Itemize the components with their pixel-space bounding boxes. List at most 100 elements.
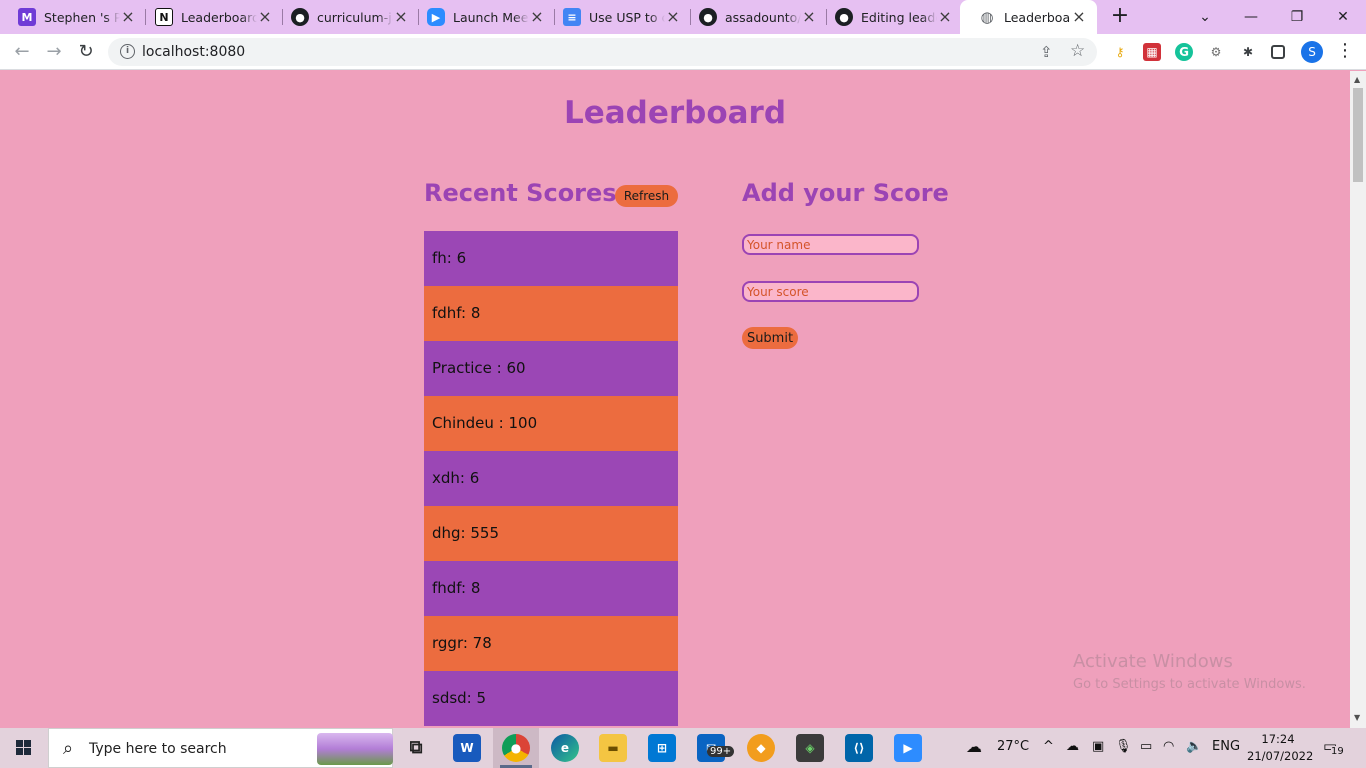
scores-list: fh: 6 fdhf: 8 Practice : 60 Chindeu : 10…	[424, 231, 678, 726]
system-clock[interactable]: 17:24 21/07/2022	[1247, 731, 1314, 765]
activation-watermark-subtitle: Go to Settings to activate Windows.	[1073, 677, 1306, 692]
extension-gear-icon[interactable]: ⚙	[1207, 43, 1225, 61]
share-icon[interactable]: ⇪	[1040, 43, 1053, 61]
scroll-up-icon[interactable]: ▲	[1354, 75, 1360, 84]
tab-label: Leaderboard	[1004, 9, 1071, 25]
windows-taskbar: ⌕ Type here to search ⧉ W ● e ▬ ⊞ ✉ 99+ …	[0, 728, 1366, 768]
page-title: Leaderboard	[563, 95, 787, 131]
github-icon: ●	[835, 8, 853, 26]
github-icon: ●	[699, 8, 717, 26]
score-item: sdsd: 5	[424, 671, 678, 726]
show-hidden-icons-chevron-icon[interactable]: ^	[1043, 739, 1054, 754]
page-scrollbar[interactable]: ▲ ▼	[1350, 71, 1366, 728]
tab-curriculum[interactable]: ● curriculum-ja ×	[273, 0, 419, 34]
tab-stephens-profile[interactable]: M Stephen 's Pr ×	[0, 0, 146, 34]
wifi-icon[interactable]: ◠	[1163, 739, 1174, 754]
close-icon[interactable]: ×	[937, 9, 953, 25]
back-arrow-icon[interactable]: ←	[10, 40, 34, 64]
search-icon: ⌕	[63, 738, 74, 759]
brave-icon[interactable]: ◆	[747, 734, 775, 762]
onedrive-cloud-icon[interactable]: ☁	[1066, 739, 1079, 754]
browser-toolbar: ← → ↻ i localhost:8080 ⇪ ☆ ⚷ ▦ G ⚙ ✱ S ⋮	[0, 34, 1366, 70]
score-input[interactable]	[742, 281, 919, 302]
profile-avatar[interactable]: S	[1301, 41, 1323, 63]
tab-label: Leaderboard	[181, 9, 257, 25]
score-item: dhg: 555	[424, 506, 678, 561]
tab-leaderboard-notion[interactable]: N Leaderboard ×	[137, 0, 283, 34]
scroll-down-icon[interactable]: ▼	[1354, 713, 1360, 722]
name-input[interactable]	[742, 234, 919, 255]
tab-leaderboard-active[interactable]: ◍ Leaderboard ×	[960, 0, 1097, 34]
tab-label: Stephen 's Pr	[44, 9, 120, 25]
extension-key-icon[interactable]: ⚷	[1111, 43, 1129, 61]
tab-use-usp[interactable]: ≡ Use USP to cr ×	[545, 0, 691, 34]
chrome-icon[interactable]: ●	[502, 734, 530, 762]
refresh-button[interactable]: Refresh	[615, 185, 678, 207]
close-icon[interactable]: ×	[120, 9, 136, 25]
grammarly-icon[interactable]: G	[1175, 43, 1193, 61]
vscode-icon[interactable]: ⟨⟩	[845, 734, 873, 762]
git-tool-icon[interactable]: ◈	[796, 734, 824, 762]
close-icon[interactable]: ×	[393, 9, 409, 25]
bookmark-star-icon[interactable]: ☆	[1070, 41, 1085, 61]
tab-label: curriculum-ja	[317, 9, 393, 25]
weather-temperature[interactable]: 27°C	[997, 739, 1029, 754]
zoom-icon: ▶	[427, 8, 445, 26]
reload-icon[interactable]: ↻	[74, 40, 98, 64]
score-item: fh: 6	[424, 231, 678, 286]
taskbar-search-placeholder[interactable]: Type here to search	[89, 741, 227, 757]
taskbar-search[interactable]: ⌕ Type here to search	[48, 728, 393, 768]
score-item: rggr: 78	[424, 616, 678, 671]
tab-label: Use USP to cr	[589, 9, 665, 25]
submit-button[interactable]: Submit	[742, 327, 798, 349]
tab-label: Editing leade	[861, 9, 937, 25]
close-icon[interactable]: ×	[1071, 9, 1087, 25]
microsoft-store-icon[interactable]: ⊞	[648, 734, 676, 762]
search-highlight-image	[317, 733, 393, 765]
close-window-button[interactable]: ✕	[1320, 0, 1366, 34]
address-url[interactable]: localhost:8080	[142, 44, 245, 60]
meet-now-icon[interactable]: ▣	[1092, 739, 1104, 754]
weather-cloud-icon[interactable]: ☁	[966, 737, 982, 756]
microphone-icon[interactable]: 🎙	[1115, 739, 1132, 754]
add-score-heading: Add your Score	[742, 179, 949, 207]
forward-arrow-icon[interactable]: →	[42, 40, 66, 64]
activation-watermark-title: Activate Windows	[1073, 651, 1233, 672]
windows-start-icon[interactable]	[8, 736, 38, 760]
tab-editing-leaderboard[interactable]: ● Editing leade ×	[817, 0, 963, 34]
close-icon[interactable]: ×	[257, 9, 273, 25]
language-indicator[interactable]: ENG	[1212, 739, 1240, 754]
score-item: fhdf: 8	[424, 561, 678, 616]
battery-icon[interactable]: ▭	[1140, 739, 1152, 754]
menu-dots-icon[interactable]: ⋮	[1336, 40, 1354, 61]
extension-red-icon[interactable]: ▦	[1143, 43, 1161, 61]
word-icon[interactable]: W	[453, 734, 481, 762]
google-docs-icon: ≡	[563, 8, 581, 26]
edge-icon[interactable]: e	[551, 734, 579, 762]
close-icon[interactable]: ×	[801, 9, 817, 25]
tab-launch-meeting[interactable]: ▶ Launch Meeti ×	[409, 0, 555, 34]
mail-badge: 99+	[707, 746, 735, 757]
notification-center-icon[interactable]: ▭ 19	[1323, 737, 1345, 757]
volume-icon[interactable]: 🔈	[1186, 739, 1202, 754]
minimize-button[interactable]: —	[1228, 0, 1274, 34]
tab-assadounto[interactable]: ● assadounto/L ×	[681, 0, 827, 34]
close-icon[interactable]: ×	[529, 9, 545, 25]
close-icon[interactable]: ×	[665, 9, 681, 25]
tab-strip: M Stephen 's Pr × N Leaderboard × ● curr…	[0, 0, 1366, 34]
file-explorer-icon[interactable]: ▬	[599, 734, 627, 762]
task-view-icon[interactable]: ⧉	[402, 734, 430, 762]
zoom-taskbar-icon[interactable]: ▶	[894, 734, 922, 762]
tab-search-button[interactable]: ⌄	[1182, 0, 1228, 34]
clock-date: 21/07/2022	[1247, 749, 1314, 763]
new-tab-button[interactable]: +	[1108, 5, 1132, 29]
score-item: fdhf: 8	[424, 286, 678, 341]
extensions-puzzle-icon[interactable]: ✱	[1239, 43, 1257, 61]
page-viewport: Leaderboard Recent Scores Refresh fh: 6 …	[0, 71, 1350, 728]
restore-button[interactable]: ❐	[1274, 0, 1320, 34]
scrollbar-thumb[interactable]	[1353, 88, 1363, 182]
address-bar[interactable]: i localhost:8080 ⇪ ☆	[108, 38, 1097, 66]
recent-scores-heading: Recent Scores	[424, 179, 617, 207]
side-panel-icon[interactable]	[1271, 45, 1285, 59]
site-info-icon[interactable]: i	[120, 44, 135, 59]
